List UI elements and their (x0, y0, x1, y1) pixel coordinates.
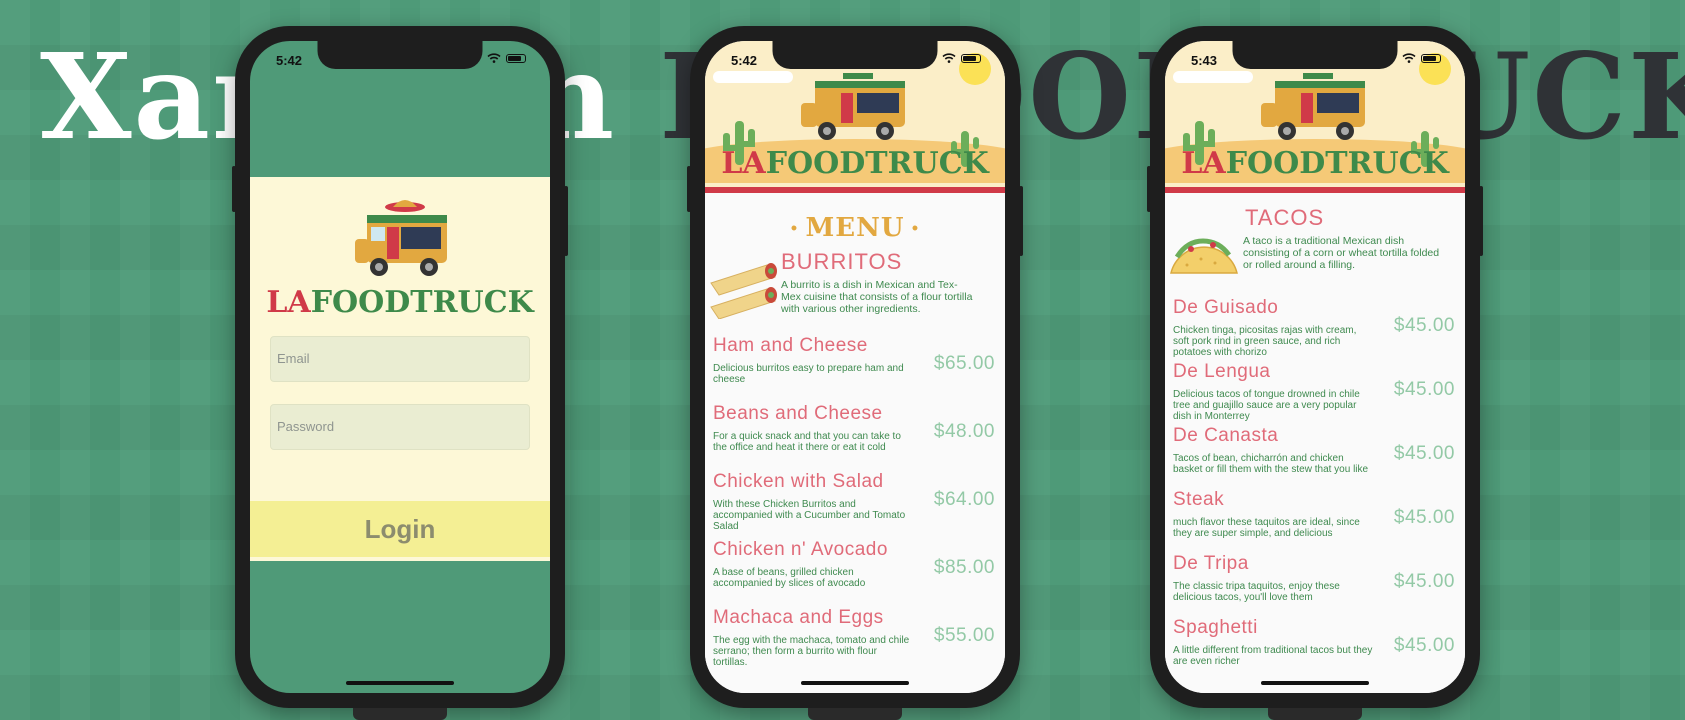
tacos-content: TACOS A taco is a traditional Mexican di… (1165, 193, 1465, 693)
menu-item[interactable]: De Lengua Delicious tacos of tongue drow… (1173, 361, 1455, 423)
email-placeholder: Email (277, 351, 310, 366)
cloud-decoration (713, 71, 793, 83)
category-description: A taco is a traditional Mexican dish con… (1243, 235, 1440, 271)
password-field[interactable]: Password (270, 404, 530, 450)
item-price: $85.00 (933, 557, 995, 578)
item-price: $65.00 (933, 353, 995, 374)
brand-foodtruck: FOODTRUCK (1225, 146, 1449, 181)
status-bar: 5:42 (250, 51, 550, 71)
burrito-icon (710, 263, 777, 319)
item-description: Delicious tacos of tongue drowned in chi… (1173, 389, 1360, 422)
menu-item[interactable]: Chicken with Salad With these Chicken Bu… (713, 471, 995, 533)
menu-item[interactable]: Machaca and Eggs The egg with the machac… (713, 607, 995, 669)
item-description: Tacos of bean, chicharrón and chicken ba… (1173, 453, 1369, 475)
item-description: much flavor these taquitos are ideal, si… (1173, 517, 1360, 539)
food-truck-icon (801, 73, 905, 140)
brand-logo: LAFOODTRUCK (705, 149, 1005, 179)
home-indicator (801, 681, 909, 685)
phone-login: 5:42 LAFOODTRUCK Email Password Login (232, 26, 568, 720)
status-time: 5:42 (731, 53, 758, 68)
item-price: $45.00 (1393, 315, 1455, 336)
menu-item[interactable]: De Canasta Tacos of bean, chicharrón and… (1173, 425, 1455, 487)
status-bar: 5:42 (705, 51, 1005, 71)
category-title: TACOS (1245, 205, 1325, 230)
login-button[interactable]: Login (250, 501, 550, 557)
menu-item[interactable]: Steak much flavor these taquitos are ide… (1173, 489, 1455, 551)
food-truck-icon (355, 200, 447, 276)
item-description: With these Chicken Burritos and accompan… (713, 499, 906, 532)
menu-item[interactable]: Ham and Cheese Delicious burritos easy t… (713, 335, 995, 397)
home-indicator (1261, 681, 1369, 685)
menu-content: • MENU • BURRITOS A burrito is a dish in M… (705, 193, 1005, 693)
item-description: A base of beans, grilled chicken accompa… (713, 567, 866, 589)
menu-screen: 5:42 LAFOODTRUCK • MENU • BURRITOS A bur… (705, 41, 1005, 693)
item-description: Chicken tinga, picositas rajas with crea… (1173, 325, 1357, 358)
item-name: De Canasta (1173, 425, 1279, 446)
item-name: Spaghetti (1173, 617, 1258, 638)
email-field[interactable]: Email (270, 336, 530, 382)
phone-menu: 5:42 LAFOODTRUCK • MENU • BURRITOS A bur… (687, 26, 1023, 720)
category-title: BURRITOS (781, 249, 903, 274)
cloud-decoration (1173, 71, 1253, 83)
brand-foodtruck: FOODTRUCK (310, 285, 534, 320)
item-description: The classic tripa taquitos, enjoy these … (1173, 581, 1340, 603)
brand-foodtruck: FOODTRUCK (765, 146, 989, 181)
category-description: A burrito is a dish in Mexican and Tex-M… (781, 279, 973, 315)
menu-item[interactable]: Beans and Cheese For a quick snack and t… (713, 403, 995, 465)
item-price: $45.00 (1393, 379, 1455, 400)
tacos-screen: 5:43 LAFOODTRUCK TACOS A taco is a tradi… (1165, 41, 1465, 693)
brand-la: LA (1181, 146, 1226, 181)
item-name: De Tripa (1173, 553, 1249, 574)
login-label: Login (364, 513, 436, 544)
wifi-icon (942, 53, 956, 63)
item-price: $45.00 (1393, 507, 1455, 528)
status-time: 5:43 (1191, 53, 1218, 68)
brand-logo: LAFOODTRUCK (1165, 149, 1465, 179)
wifi-icon (1402, 53, 1416, 63)
item-name: Chicken n' Avocado (713, 539, 888, 560)
menu-item[interactable]: De Guisado Chicken tinga, picositas raja… (1173, 297, 1455, 359)
menu-item[interactable]: Chicken n' Avocado A base of beans, gril… (713, 539, 995, 601)
battery-icon (506, 53, 526, 63)
item-price: $45.00 (1393, 571, 1455, 592)
taco-icon (1170, 238, 1238, 274)
brand-la: LA (721, 146, 766, 181)
battery-icon (961, 53, 981, 63)
item-price: $48.00 (933, 421, 995, 442)
item-description: For a quick snack and that you can take … (713, 431, 901, 453)
item-price: $55.00 (933, 625, 995, 646)
item-name: De Lengua (1173, 361, 1271, 382)
home-indicator (346, 681, 454, 685)
item-price: $45.00 (1393, 443, 1455, 464)
menu-item[interactable]: De Tripa The classic tripa taquitos, enj… (1173, 553, 1455, 615)
item-description: The egg with the machaca, tomato and chi… (713, 635, 910, 668)
food-truck-icon (1261, 73, 1365, 140)
item-name: Chicken with Salad (713, 471, 884, 492)
item-price: $64.00 (933, 489, 995, 510)
menu-heading: • MENU • (789, 213, 921, 243)
wifi-icon (487, 53, 501, 63)
status-bar: 5:43 (1165, 51, 1465, 71)
login-screen: 5:42 LAFOODTRUCK Email Password Login (250, 41, 550, 693)
battery-icon (1421, 53, 1441, 63)
phone-tacos: 5:43 LAFOODTRUCK TACOS A taco is a tradi… (1147, 26, 1483, 720)
item-name: Machaca and Eggs (713, 607, 884, 628)
status-time: 5:42 (276, 53, 303, 68)
menu-heading-text: MENU (805, 213, 905, 243)
brand-logo: LAFOODTRUCK (250, 197, 550, 318)
item-name: De Guisado (1173, 297, 1279, 318)
item-name: Steak (1173, 489, 1225, 510)
brand-la: LA (266, 285, 311, 320)
item-name: Ham and Cheese (713, 335, 868, 356)
login-card: LAFOODTRUCK Email Password Login (250, 177, 550, 561)
item-description: Delicious burritos easy to prepare ham a… (713, 363, 904, 385)
password-placeholder: Password (277, 419, 335, 434)
item-description: A little different from traditional taco… (1173, 645, 1373, 667)
item-price: $45.00 (1393, 635, 1455, 656)
menu-item[interactable]: Spaghetti A little different from tradit… (1173, 617, 1455, 679)
item-name: Beans and Cheese (713, 403, 883, 424)
